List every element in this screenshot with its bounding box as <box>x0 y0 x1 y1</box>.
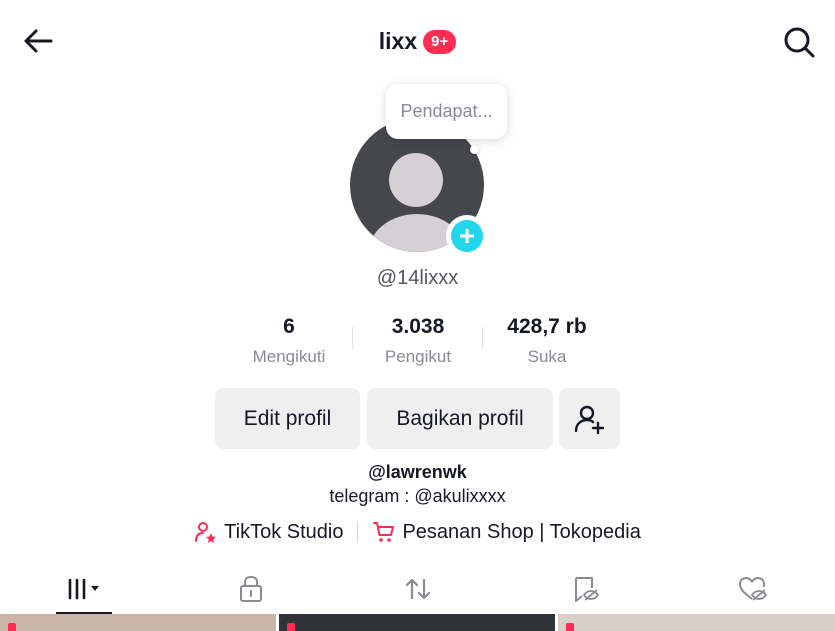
content-tabs <box>0 566 835 615</box>
stat-value: 6 <box>283 315 295 338</box>
stat-label: Suka <box>527 347 567 366</box>
search-icon <box>784 27 815 58</box>
stat-followers[interactable]: 3.038 Pengikut <box>348 315 488 367</box>
shop-orders-label: Pesanan Shop | Tokopedia <box>402 520 641 543</box>
username: @14lixxx <box>376 267 459 289</box>
pinned-badge <box>287 623 295 631</box>
stat-following[interactable]: 6 Mengikuti <box>219 315 359 367</box>
plus-icon: + <box>451 220 483 252</box>
tab-favorites[interactable] <box>501 566 668 612</box>
repost-icon <box>405 578 430 600</box>
profile-title: lixx <box>378 28 418 54</box>
stat-label: Mengikuti <box>252 347 326 366</box>
edit-profile-button[interactable]: Edit profil <box>215 388 360 449</box>
divider <box>357 522 359 542</box>
tiktok-studio-link[interactable]: TikTok Studio <box>194 520 343 544</box>
stat-value: 3.038 <box>391 315 445 338</box>
cart-icon <box>373 522 395 542</box>
profile-links: TikTok Studio Pesanan Shop | Tokopedia <box>0 520 835 544</box>
bio-text: telegram : @akulixxxx <box>329 486 506 506</box>
stat-value: 428,7 rb <box>507 315 587 338</box>
stat-label: Pengikut <box>384 347 452 366</box>
user-star-icon <box>195 522 217 543</box>
pinned-badge <box>8 623 16 631</box>
video-thumbnail[interactable] <box>279 614 555 631</box>
note-bubble[interactable]: Pendapat... <box>386 84 507 139</box>
tab-liked[interactable] <box>668 566 835 612</box>
avatar-head-shape <box>389 153 443 207</box>
shop-orders-link[interactable]: Pesanan Shop | Tokopedia <box>372 520 641 544</box>
grid-icon <box>68 578 99 600</box>
pinned-badge <box>566 623 574 631</box>
tab-videos[interactable] <box>0 566 167 612</box>
bubble-tail-dot <box>470 145 479 154</box>
tiktok-studio-label: TikTok Studio <box>224 520 344 543</box>
bio-mention-link[interactable]: @lawrenwk <box>0 462 835 483</box>
heart-hidden-icon <box>738 576 767 601</box>
tab-private[interactable] <box>167 566 334 612</box>
notification-badge: 9+ <box>423 29 457 54</box>
add-friend-button[interactable] <box>559 388 620 449</box>
lock-icon <box>239 575 262 602</box>
add-avatar-button[interactable]: + <box>446 215 488 257</box>
title-area[interactable]: lixx 9+ <box>0 28 835 55</box>
video-thumbnail[interactable] <box>558 614 835 631</box>
add-user-icon <box>574 405 604 434</box>
video-thumbnail[interactable] <box>0 614 276 631</box>
bookmark-hidden-icon <box>574 577 599 602</box>
share-profile-button[interactable]: Bagikan profil <box>367 388 553 449</box>
search-button[interactable] <box>781 24 817 60</box>
video-grid <box>0 614 835 631</box>
stat-likes[interactable]: 428,7 rb Suka <box>477 315 617 367</box>
tab-reposts[interactable] <box>334 566 501 612</box>
top-bar: lixx 9+ <box>0 0 835 84</box>
stats-row: 6 Mengikuti 3.038 Pengikut 428,7 rb Suka <box>0 315 835 375</box>
